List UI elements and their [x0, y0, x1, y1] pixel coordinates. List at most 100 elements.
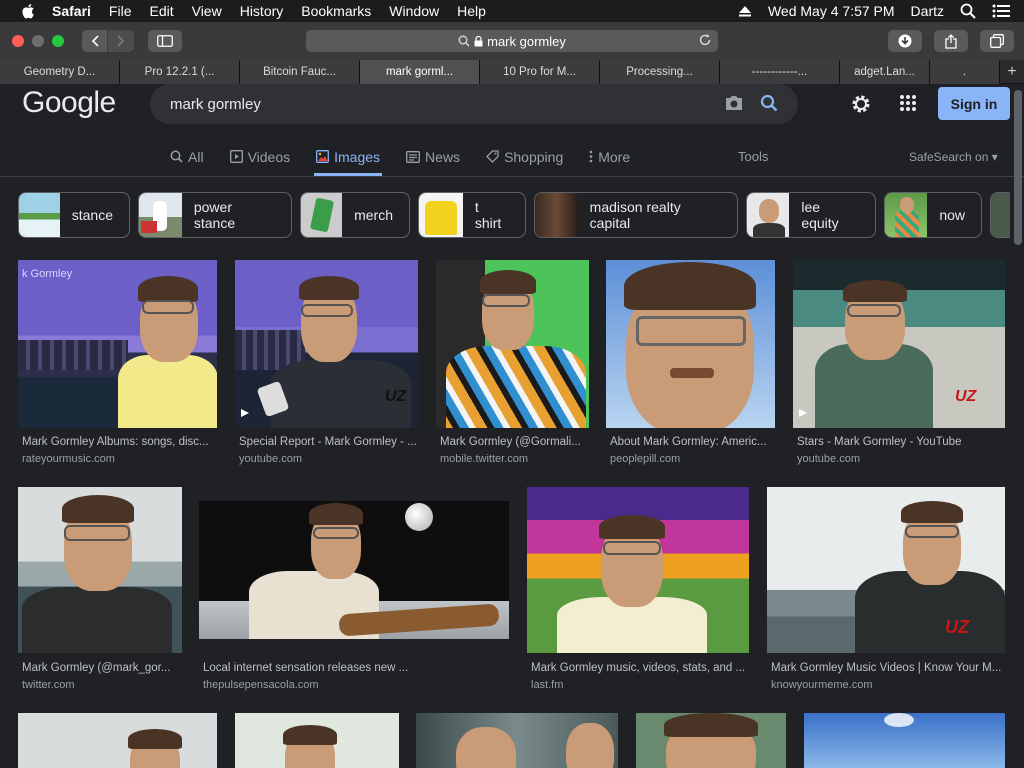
result-thumbnail[interactable]: k Gormley — [18, 260, 217, 428]
close-window-button[interactable] — [12, 35, 24, 47]
browser-tab[interactable]: ------------... — [720, 60, 840, 84]
tab-overview-button[interactable] — [980, 30, 1014, 52]
forward-button[interactable] — [108, 30, 134, 52]
new-tab-button[interactable]: + — [1000, 60, 1024, 83]
result-thumbnail[interactable] — [804, 713, 1005, 768]
reload-icon[interactable] — [698, 33, 712, 47]
result-thumbnail[interactable] — [18, 487, 182, 653]
downloads-button[interactable] — [888, 30, 922, 52]
tab-shopping[interactable]: Shopping — [484, 140, 565, 173]
search-icon[interactable] — [760, 94, 778, 112]
result-thumbnail[interactable]: UZ — [235, 260, 418, 428]
result-title[interactable]: About Mark Gormley: Americ... — [610, 436, 776, 448]
image-result[interactable] — [416, 713, 618, 768]
result-thumbnail[interactable] — [606, 260, 775, 428]
safesearch-dropdown[interactable]: SafeSearch on ▾ — [909, 150, 998, 164]
result-thumbnail[interactable] — [235, 713, 399, 768]
result-source[interactable]: peoplepill.com — [610, 453, 680, 465]
browser-tab[interactable]: Processing... — [600, 60, 720, 84]
result-title[interactable]: Mark Gormley music, videos, stats, and .… — [531, 662, 747, 674]
chip-stance[interactable]: stance — [18, 192, 130, 238]
menu-view[interactable]: View — [192, 3, 222, 19]
result-title[interactable]: Mark Gormley Albums: songs, disc... — [22, 436, 218, 448]
menu-file[interactable]: File — [109, 3, 132, 19]
result-source[interactable]: rateyourmusic.com — [22, 453, 115, 465]
back-button[interactable] — [82, 30, 108, 52]
menubar-clock[interactable]: Wed May 4 7:57 PM — [768, 3, 895, 19]
result-source[interactable]: twitter.com — [22, 679, 75, 691]
result-title[interactable]: Mark Gormley (@mark_gor... — [22, 662, 184, 674]
browser-tab-active[interactable]: mark gorml... — [360, 60, 480, 84]
share-button[interactable] — [934, 30, 968, 52]
image-result[interactable]: About Mark Gormley: Americ... peoplepill… — [606, 260, 776, 470]
tab-all[interactable]: All — [168, 140, 206, 173]
menu-app-name[interactable]: Safari — [52, 3, 91, 19]
browser-tab[interactable]: Geometry D... — [0, 60, 120, 84]
tools-button[interactable]: Tools — [738, 149, 768, 164]
tab-more[interactable]: More — [587, 140, 632, 173]
chip-madison-realty-capital[interactable]: madison realty capital — [534, 192, 738, 238]
browser-tab[interactable]: 10 Pro for M... — [480, 60, 600, 84]
address-bar[interactable]: mark gormley — [306, 30, 718, 52]
result-thumbnail[interactable] — [436, 260, 589, 428]
chip-lee-equity[interactable]: lee equity — [746, 192, 876, 238]
chip-partial[interactable] — [990, 192, 1010, 238]
result-source[interactable]: last.fm — [531, 679, 563, 691]
search-query[interactable]: mark gormley — [170, 96, 261, 113]
chip-now[interactable]: now — [884, 192, 982, 238]
result-thumbnail[interactable]: UZ — [793, 260, 1005, 428]
page-scrollbar[interactable] — [1014, 90, 1022, 245]
settings-gear-icon[interactable] — [850, 93, 872, 115]
result-title[interactable]: Stars - Mark Gormley - YouTube — [797, 436, 1007, 448]
result-title[interactable]: Mark Gormley (@Gormali... — [440, 436, 591, 448]
result-title[interactable]: Mark Gormley Music Videos | Know Your M.… — [771, 662, 1005, 674]
minimize-window-button[interactable] — [32, 35, 44, 47]
tab-news[interactable]: News — [404, 140, 462, 173]
result-thumbnail[interactable] — [18, 713, 217, 768]
browser-tab[interactable]: Pro 12.2.1 (... — [120, 60, 240, 84]
image-result[interactable]: UZ Stars - Mark Gormley - YouTube youtub… — [793, 260, 1005, 470]
eject-icon[interactable] — [738, 5, 752, 17]
result-title[interactable]: Special Report - Mark Gormley - ... — [239, 436, 420, 448]
image-result[interactable]: Mark Gormley (@Gormali... mobile.twitter… — [436, 260, 591, 470]
browser-tab[interactable]: . — [930, 60, 1000, 84]
image-result[interactable] — [804, 713, 1005, 768]
apple-icon[interactable] — [20, 3, 38, 19]
menu-window[interactable]: Window — [389, 3, 439, 19]
image-result[interactable]: Local internet sensation releases new ..… — [199, 487, 511, 697]
spotlight-search-icon[interactable] — [960, 3, 976, 19]
result-thumbnail[interactable] — [527, 487, 749, 653]
browser-tab[interactable]: adget.Lan... — [840, 60, 930, 84]
menu-history[interactable]: History — [240, 3, 284, 19]
result-thumbnail[interactable] — [416, 713, 618, 768]
image-result[interactable]: UZ Special Report - Mark Gormley - ... y… — [235, 260, 420, 470]
chip-t-shirt[interactable]: t shirt — [418, 192, 526, 238]
result-title[interactable]: Local internet sensation releases new ..… — [203, 662, 511, 674]
result-source[interactable]: youtube.com — [797, 453, 860, 465]
chip-merch[interactable]: merch — [300, 192, 410, 238]
image-result[interactable] — [18, 713, 217, 768]
result-thumbnail[interactable] — [199, 501, 509, 639]
image-result[interactable]: Mark Gormley music, videos, stats, and .… — [527, 487, 749, 697]
result-thumbnail[interactable] — [636, 713, 786, 768]
search-input[interactable]: mark gormley — [150, 84, 798, 124]
menu-bookmarks[interactable]: Bookmarks — [301, 3, 371, 19]
image-result[interactable] — [636, 713, 786, 768]
sign-in-button[interactable]: Sign in — [938, 87, 1010, 120]
camera-search-icon[interactable] — [724, 94, 744, 112]
image-result[interactable] — [235, 713, 399, 768]
result-source[interactable]: knowyourmeme.com — [771, 679, 872, 691]
sidebar-toggle-button[interactable] — [148, 30, 182, 52]
menu-edit[interactable]: Edit — [149, 3, 173, 19]
image-result[interactable]: Mark Gormley (@mark_gor... twitter.com — [18, 487, 183, 697]
chip-power-stance[interactable]: power stance — [138, 192, 292, 238]
zoom-window-button[interactable] — [52, 35, 64, 47]
notification-center-icon[interactable] — [992, 4, 1010, 18]
google-apps-icon[interactable] — [899, 94, 917, 112]
menu-help[interactable]: Help — [457, 3, 486, 19]
image-result[interactable]: k Gormley Mark Gormley Albums: songs, di… — [18, 260, 218, 470]
result-source[interactable]: thepulsepensacola.com — [203, 679, 319, 691]
menubar-user[interactable]: Dartz — [911, 3, 944, 19]
tab-videos[interactable]: Videos — [228, 140, 293, 173]
browser-tab[interactable]: Bitcoin Fauc... — [240, 60, 360, 84]
